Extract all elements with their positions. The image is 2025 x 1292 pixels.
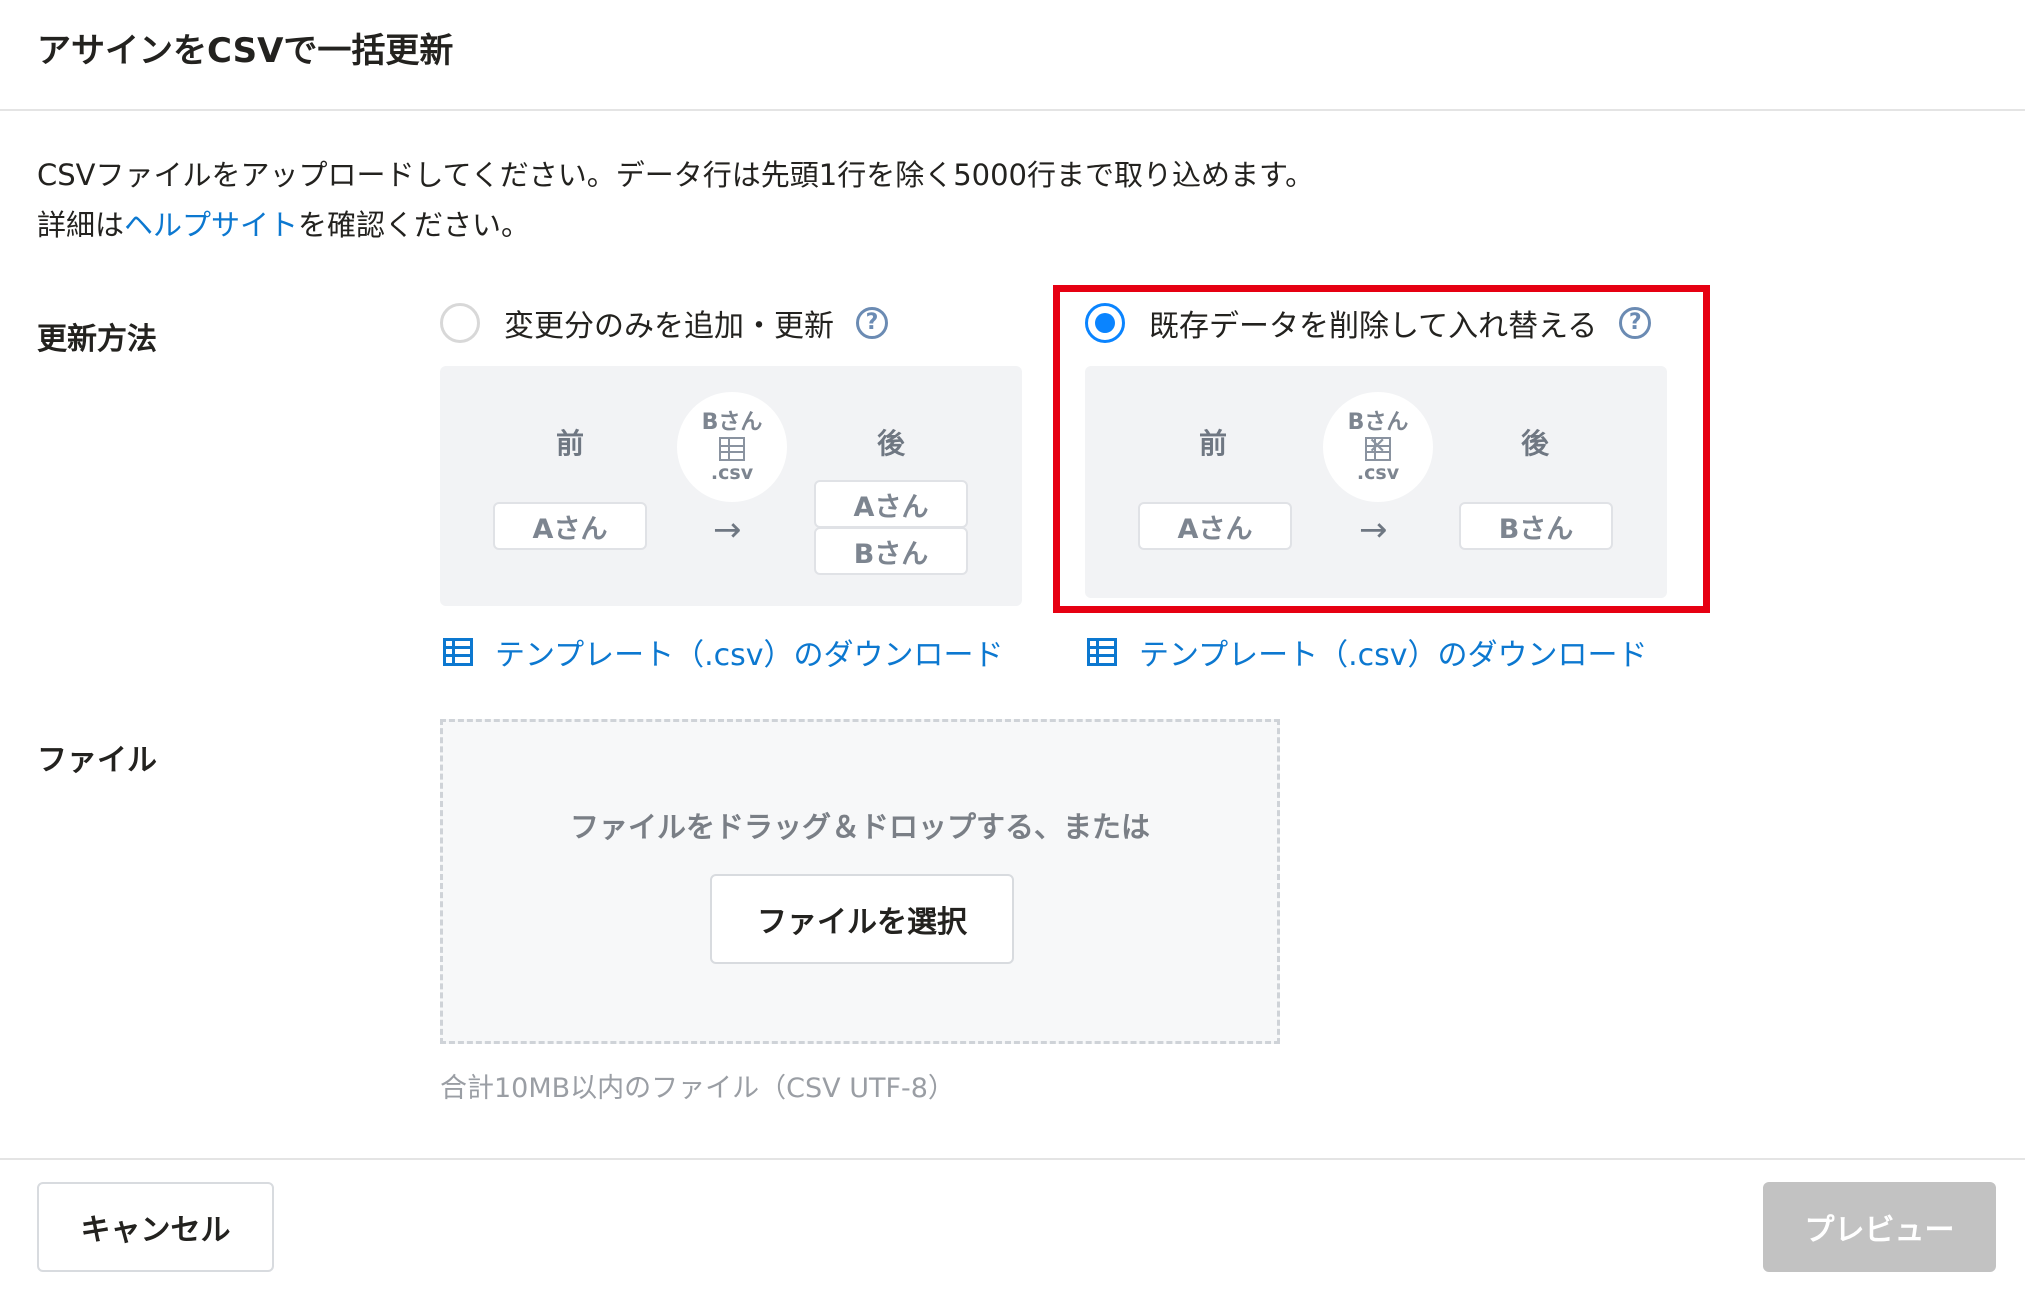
file-note: 合計10MB以内のファイル（CSV UTF-8）	[440, 1073, 955, 1104]
description-text: 詳細は	[37, 208, 125, 242]
diagram-after-item: Bさん	[814, 527, 968, 575]
radio-button[interactable]	[440, 303, 480, 343]
csv-ext: .csv	[1356, 462, 1400, 484]
diagram-after-item: Aさん	[814, 480, 968, 528]
diagram-before-label: 前	[1198, 427, 1227, 460]
select-file-button[interactable]: ファイルを選択	[710, 874, 1014, 964]
csv-ext: .csv	[710, 462, 754, 484]
csv-name: Bさん	[1347, 410, 1409, 435]
diagram-after-label: 後	[876, 427, 905, 460]
update-method-label: 更新方法	[37, 322, 157, 357]
help-site-link[interactable]: ヘルプサイト	[124, 208, 298, 242]
dropzone-text: ファイルをドラッグ＆ドロップする、または	[569, 810, 1150, 844]
diagram-before-item: Aさん	[1138, 502, 1292, 550]
diagram-after-item: Bさん	[1459, 502, 1613, 550]
radio-label: 既存データを削除して入れ替える	[1149, 309, 1598, 344]
header-divider	[0, 109, 2025, 111]
table-delete-icon	[1365, 434, 1391, 461]
radio-label: 変更分のみを追加・更新	[504, 309, 834, 344]
template-download-link-add-update[interactable]: テンプレート（.csv）のダウンロード	[443, 630, 1004, 674]
diagram-before-item: Aさん	[493, 502, 647, 550]
radio-option-add-update[interactable]: 変更分のみを追加・更新 ?	[440, 301, 888, 345]
diagram-replace: 前 Aさん Bさん .csv → 後 Bさん	[1085, 366, 1667, 598]
arrow-right-icon: →	[713, 510, 742, 550]
csv-name: Bさん	[701, 410, 763, 435]
arrow-right-icon: →	[1359, 510, 1388, 550]
diagram-add-update: 前 Aさん Bさん .csv → 後 Aさん Bさん	[440, 366, 1022, 606]
file-label: ファイル	[37, 743, 157, 778]
radio-option-replace[interactable]: 既存データを削除して入れ替える ?	[1085, 301, 1652, 345]
cancel-button[interactable]: キャンセル	[37, 1182, 274, 1272]
question-circle-icon[interactable]: ?	[1619, 307, 1652, 339]
diagram-after-label: 後	[1520, 427, 1549, 460]
file-dropzone[interactable]: ファイルをドラッグ＆ドロップする、または ファイルを選択	[440, 719, 1280, 1044]
description-text: を確認ください。	[298, 208, 531, 242]
csv-file-icon: Bさん .csv	[677, 392, 787, 502]
question-circle-icon[interactable]: ?	[856, 307, 888, 339]
csv-file-icon: Bさん .csv	[1323, 392, 1433, 502]
template-download-link-replace[interactable]: テンプレート（.csv）のダウンロード	[1087, 630, 1648, 674]
template-download-label: テンプレート（.csv）のダウンロード	[495, 638, 1004, 673]
dialog-title: アサインをCSVで一括更新	[37, 31, 454, 71]
radio-button-selected[interactable]	[1085, 303, 1125, 343]
preview-button[interactable]: プレビュー	[1763, 1182, 1996, 1272]
diagram-before-label: 前	[555, 427, 584, 460]
description-line-1: CSVファイルをアップロードしてください。データ行は先頭1行を除く5000行まで…	[37, 158, 1315, 192]
spreadsheet-icon	[1087, 638, 1117, 666]
description: CSVファイルをアップロードしてください。データ行は先頭1行を除く5000行まで…	[37, 150, 1314, 250]
template-download-label: テンプレート（.csv）のダウンロード	[1139, 638, 1648, 673]
footer-divider	[0, 1158, 2025, 1160]
spreadsheet-icon	[443, 638, 473, 666]
table-icon	[719, 437, 745, 461]
description-line-2: 詳細はヘルプサイトを確認ください。	[37, 200, 1314, 250]
